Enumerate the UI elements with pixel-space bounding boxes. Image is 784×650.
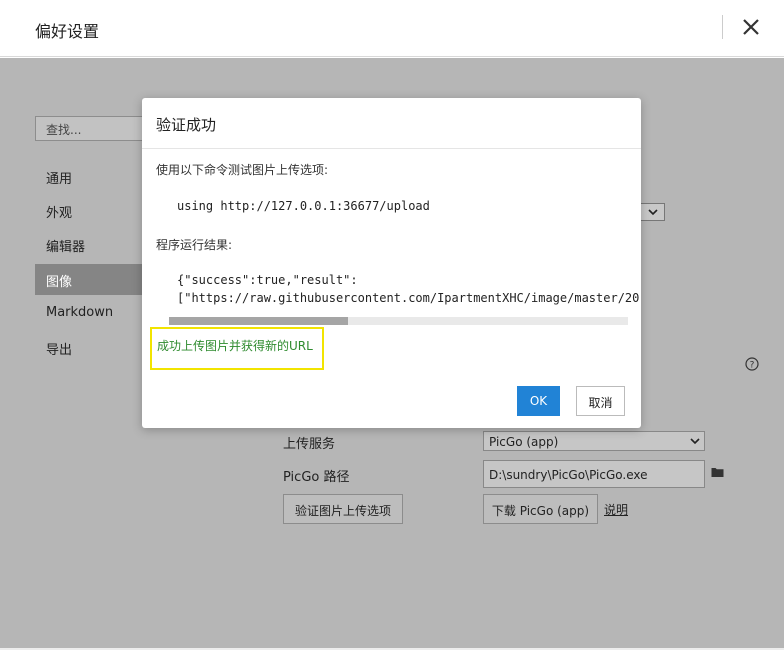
- picgo-path-input[interactable]: D:\sundry\PicGo\PicGo.exe: [483, 460, 705, 488]
- title-separator: [722, 15, 723, 39]
- dialog-divider: [142, 148, 641, 149]
- result-line-2: ["https://raw.githubusercontent.com/Ipar…: [177, 291, 640, 305]
- window-title: 偏好设置: [35, 22, 100, 41]
- help-link[interactable]: 说明: [604, 501, 628, 518]
- command-intro: 使用以下命令测试图片上传选项:: [156, 163, 329, 177]
- sidebar-item-markdown[interactable]: Markdown: [35, 298, 155, 329]
- dialog-title: 验证成功: [156, 116, 217, 134]
- success-highlight-box: 成功上传图片并获得新的URL: [150, 327, 324, 370]
- upload-service-label: 上传服务: [283, 437, 336, 452]
- verify-upload-button[interactable]: 验证图片上传选项: [283, 494, 403, 524]
- sidebar-item-appearance[interactable]: 外观: [35, 195, 155, 226]
- chevron-down-icon: [690, 438, 700, 445]
- success-message: 成功上传图片并获得新的URL: [157, 339, 313, 353]
- verify-success-dialog: 验证成功 使用以下命令测试图片上传选项: using http://127.0.…: [142, 98, 641, 428]
- title-bar: 偏好设置: [0, 0, 784, 57]
- result-horizontal-scrollbar[interactable]: [169, 317, 628, 325]
- cancel-button[interactable]: 取消: [576, 386, 625, 416]
- upload-service-value: PicGo (app): [489, 435, 559, 449]
- result-line-1: {"success":true,"result":: [177, 273, 358, 287]
- ok-button[interactable]: OK: [517, 386, 560, 416]
- close-icon[interactable]: [740, 16, 762, 38]
- svg-text:?: ?: [750, 361, 755, 371]
- sidebar-item-editor[interactable]: 编辑器: [35, 229, 155, 260]
- scrollbar-thumb[interactable]: [169, 317, 348, 325]
- image-action-select[interactable]: [640, 203, 665, 221]
- result-intro: 程序运行结果:: [156, 238, 233, 252]
- command-text: using http://127.0.0.1:36677/upload: [177, 199, 430, 213]
- picgo-path-label: PicGo 路径: [283, 470, 350, 485]
- download-picgo-button[interactable]: 下载 PicGo (app): [483, 494, 598, 524]
- upload-service-select[interactable]: PicGo (app): [483, 431, 705, 451]
- help-icon[interactable]: ?: [745, 357, 759, 371]
- folder-icon[interactable]: [711, 466, 724, 478]
- sidebar-item-image[interactable]: 图像: [35, 264, 155, 295]
- sidebar-item-general[interactable]: 通用: [35, 161, 155, 192]
- sidebar-item-export[interactable]: 导出: [35, 332, 155, 363]
- chevron-down-icon: [648, 209, 658, 216]
